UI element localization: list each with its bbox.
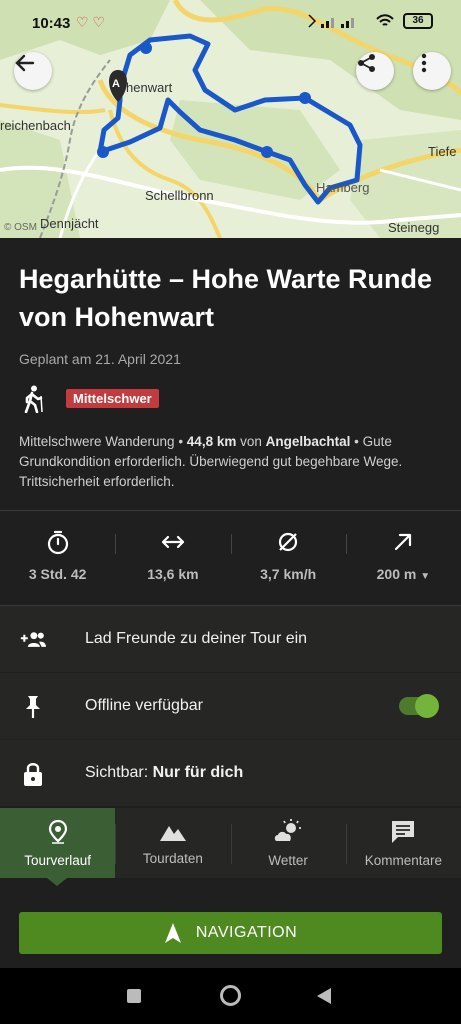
tour-stats: 3 Std. 42 13,6 km 3,7 km/h 200 m ▼ xyxy=(0,528,461,588)
invite-friends-label: Lad Freunde zu deiner Tour ein xyxy=(85,630,308,647)
toggle-knob xyxy=(415,694,439,718)
status-right-icons: 36 xyxy=(307,13,433,29)
more-vert-icon xyxy=(421,53,427,73)
navigation-button[interactable]: NAVIGATION xyxy=(19,912,442,954)
signal-icons xyxy=(308,14,354,28)
heart-icons: ♡ ♡ xyxy=(76,14,105,30)
stat-duration-value: 3 Std. 42 xyxy=(28,566,87,582)
average-icon xyxy=(279,532,298,552)
map-label-tiefe: Tiefe xyxy=(428,144,457,159)
stat-speed: 3,7 km/h xyxy=(230,528,346,588)
system-navigation-bar xyxy=(0,968,461,1024)
desc-prefix: Mittelschwere Wanderung • xyxy=(19,434,187,449)
tab-kommentare-label: Kommentare xyxy=(364,852,443,868)
start-marker-label: A xyxy=(112,78,120,90)
tab-tourdaten-label: Tourdaten xyxy=(142,850,203,866)
offline-row[interactable]: Offline verfügbar xyxy=(0,673,461,739)
share-button[interactable] xyxy=(356,52,394,90)
arrow-up-right-icon xyxy=(395,533,412,551)
visibility-prefix: Sichtbar: xyxy=(85,764,153,781)
elevation-text: 200 m xyxy=(376,566,417,582)
tab-wetter-label: Wetter xyxy=(268,852,308,868)
stat-distance: 13,6 km xyxy=(115,528,230,588)
desc-place: Angelbachtal xyxy=(265,434,351,449)
distance-arrows-icon xyxy=(161,535,184,549)
planned-date: Geplant am 21. April 2021 xyxy=(19,351,181,367)
tour-title: Hegarhütte – Hohe Warte Runde von Hohenw… xyxy=(19,264,433,332)
mountain-icon xyxy=(159,825,186,841)
tour-description: Mittelschwere Wanderung • 44,8 km von An… xyxy=(19,432,444,492)
tab-bar: Tourverlauf Tourdaten Wetter Kommentare xyxy=(0,808,461,878)
back-triangle-icon[interactable] xyxy=(316,987,332,1005)
more-options-button[interactable] xyxy=(413,52,451,90)
visibility-label: Sichtbar: Nur für dich xyxy=(85,764,243,782)
wifi-icon xyxy=(376,14,394,26)
location-pin-icon xyxy=(48,819,67,844)
back-button[interactable] xyxy=(14,52,52,90)
share-icon xyxy=(358,54,375,72)
weather-icon xyxy=(274,818,302,841)
map-label-hohenwart: henwart xyxy=(126,80,173,95)
navigation-label: NAVIGATION xyxy=(195,924,298,941)
invite-friends-row[interactable]: Lad Freunde zu deiner Tour ein xyxy=(0,606,461,672)
pin-icon xyxy=(26,696,40,718)
chevron-down-icon: ▼ xyxy=(420,571,431,582)
stat-elevation[interactable]: 200 m ▼ xyxy=(345,528,461,588)
divider xyxy=(0,510,461,511)
arrow-left-icon xyxy=(15,54,35,72)
map-label-steinegg: Steinegg xyxy=(388,220,440,235)
recent-apps-button[interactable] xyxy=(127,989,141,1003)
visibility-value: Nur für dich xyxy=(152,764,244,781)
add-people-icon xyxy=(20,632,46,647)
home-button[interactable] xyxy=(220,985,241,1006)
map-label-dennjaecht: Dennjächt xyxy=(40,216,99,231)
stat-elevation-value: 200 m ▼ xyxy=(377,566,431,582)
navigation-arrow-icon xyxy=(164,923,181,943)
tab-tourverlauf-label: Tourverlauf xyxy=(24,852,92,868)
battery-icon: 36 xyxy=(403,13,433,29)
tab-tourdaten[interactable]: Tourdaten xyxy=(115,808,230,878)
lock-icon xyxy=(24,763,42,786)
visibility-row[interactable]: Sichtbar: Nur für dich xyxy=(0,740,461,806)
tab-wetter[interactable]: Wetter xyxy=(230,808,346,878)
stopwatch-icon xyxy=(47,530,68,555)
tab-tourverlauf[interactable]: Tourverlauf xyxy=(0,808,116,878)
difficulty-badge: Mittelschwer xyxy=(66,389,159,408)
map-credit: © OSM xyxy=(4,222,37,233)
stat-speed-value: 3,7 km/h xyxy=(260,566,317,582)
map-label-reichenbach: reichenbach xyxy=(0,118,71,133)
stat-distance-value: 13,6 km xyxy=(147,566,199,582)
tab-kommentare[interactable]: Kommentare xyxy=(345,808,461,878)
offline-label: Offline verfügbar xyxy=(85,697,203,714)
status-bar: 10:43 ♡ ♡ 36 xyxy=(0,0,461,44)
hiking-icon xyxy=(24,385,43,413)
comment-icon xyxy=(392,820,415,843)
offline-toggle[interactable] xyxy=(399,694,439,718)
map-label-hamberg: Hamberg xyxy=(316,180,370,195)
status-time: 10:43 xyxy=(32,15,71,32)
desc-distance: 44,8 km xyxy=(186,434,237,449)
map-label-schellbronn: Schellbronn xyxy=(145,188,214,203)
stat-duration: 3 Std. 42 xyxy=(0,528,115,588)
desc-from: von xyxy=(236,434,266,449)
active-tab-caret xyxy=(42,874,72,886)
